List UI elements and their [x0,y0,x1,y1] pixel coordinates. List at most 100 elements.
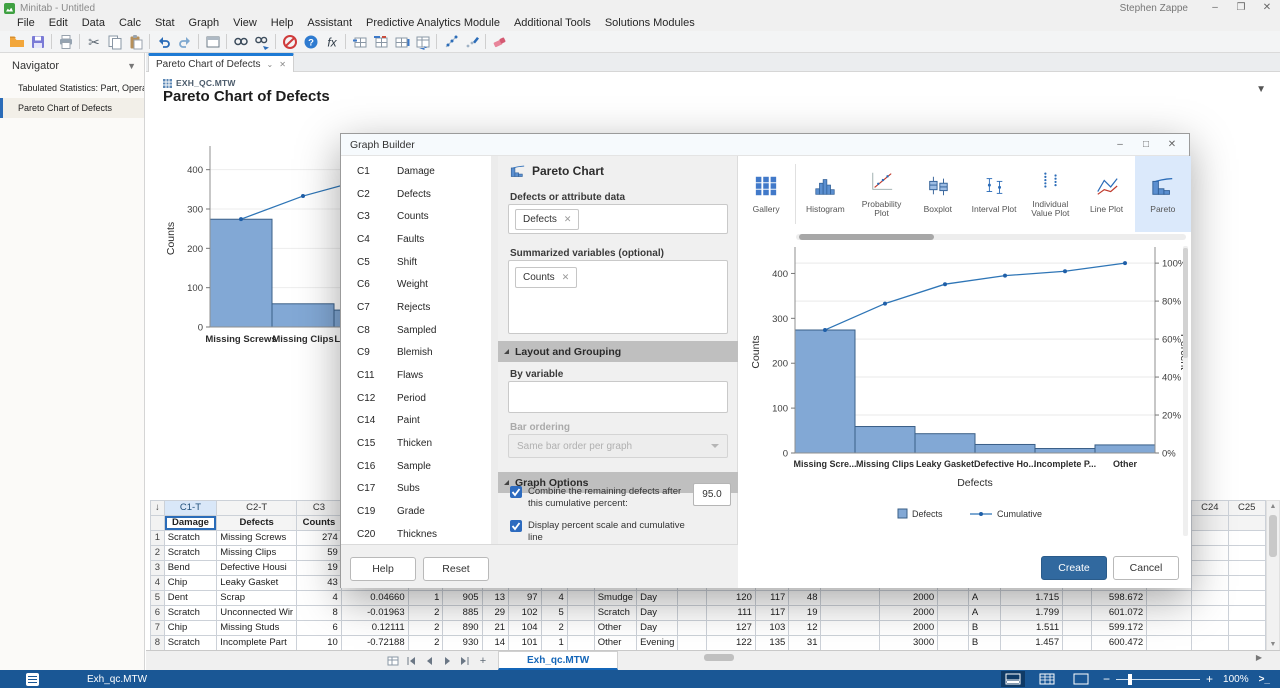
table-cell[interactable]: 19 [297,561,342,576]
column-item-c19[interactable]: C19Grade [341,500,491,523]
column-header-cell[interactable]: C24 [1192,501,1228,516]
menu-edit[interactable]: Edit [42,16,75,31]
chip-remove-icon[interactable]: ✕ [562,272,570,283]
find-next-icon[interactable] [251,32,272,52]
table-cell[interactable]: Day [637,621,678,636]
table-cell[interactable] [821,636,879,651]
zoom-out-icon[interactable]: − [1103,672,1110,686]
worksheet-horizontal-scrollbar[interactable] [704,654,734,661]
zoom-slider-thumb[interactable] [1128,674,1132,685]
section-layout-and-grouping[interactable]: Layout and Grouping [498,341,738,362]
table-cell[interactable]: 122 [707,636,756,651]
table-cell[interactable]: 12 [789,621,821,636]
column-item-c17[interactable]: C17Subs [341,478,491,501]
table-cell[interactable]: Day [637,606,678,621]
navigator-item-pareto-chart-of-defects[interactable]: Pareto Chart of Defects [0,98,144,118]
table-cell[interactable]: 117 [755,591,788,606]
table-cell[interactable]: A [968,606,1000,621]
table-cell[interactable]: B [968,621,1000,636]
print-icon[interactable] [55,32,76,52]
close-button[interactable]: ✕ [1254,1,1280,15]
dialog-minimize-button[interactable]: – [1107,138,1133,152]
table-cell[interactable] [1063,621,1092,636]
table-cell[interactable]: Day [637,591,678,606]
table-cell[interactable] [678,591,707,606]
paste-icon[interactable] [125,32,146,52]
table-cell[interactable]: Scratch [164,606,217,621]
table-cell[interactable]: 97 [509,591,541,606]
chevron-down-icon[interactable]: ▼ [127,61,136,71]
table-cell[interactable]: 601.072 [1091,606,1146,621]
table-cell[interactable] [1147,636,1192,651]
table-cell[interactable]: Unconnected Wir [217,606,297,621]
gallery-item-histogram[interactable]: Histogram [797,156,853,232]
table-cell[interactable]: Scratch [164,531,217,546]
next-sheet-icon[interactable] [438,653,456,669]
insert-rows-icon[interactable] [370,32,391,52]
table-cell[interactable] [1228,531,1265,546]
table-cell[interactable]: Missing Screws [217,531,297,546]
table-cell[interactable]: 1.799 [1000,606,1062,621]
table-cell[interactable]: 117 [755,606,788,621]
redo-icon[interactable] [174,32,195,52]
gallery-item-pareto[interactable]: Pareto [1135,156,1191,232]
table-cell[interactable]: -0.01963 [341,606,408,621]
minimize-button[interactable]: – [1202,1,1228,15]
dialog-close-button[interactable]: ✕ [1159,138,1185,152]
open-icon[interactable] [6,32,27,52]
cumulative-percent-input[interactable] [693,483,731,506]
navigator-item-tabulated-statistics-part-operator[interactable]: Tabulated Statistics: Part, Operator [0,78,144,98]
table-cell[interactable]: 600.472 [1091,636,1146,651]
table-cell[interactable]: 1.511 [1000,621,1062,636]
table-cell[interactable] [1147,606,1192,621]
column-header-cell[interactable]: C1-T [164,501,217,516]
table-cell[interactable]: 905 [443,591,482,606]
table-cell[interactable] [821,621,879,636]
table-cell[interactable] [1228,591,1265,606]
table-cell[interactable]: 598.672 [1091,591,1146,606]
table-cell[interactable]: 2 [408,621,443,636]
table-cell[interactable] [567,621,594,636]
tab-pareto-chart-of-defects[interactable]: Pareto Chart of Defects ⌄ ✕ [148,53,294,72]
table-cell[interactable]: 1 [408,591,443,606]
column-header-cell[interactable]: Defects [217,516,297,531]
zoom-slider[interactable]: − + [1103,672,1213,686]
menu-graph[interactable]: Graph [182,16,227,31]
row-number[interactable]: 3 [151,561,165,576]
dialog-maximize-button[interactable]: □ [1133,138,1159,152]
first-sheet-icon[interactable] [402,653,420,669]
find-icon[interactable] [230,32,251,52]
checkbox-checked-icon[interactable] [510,486,522,498]
table-cell[interactable]: Chip [164,621,217,636]
table-cell[interactable]: 1.457 [1000,636,1062,651]
table-cell[interactable]: -0.72188 [341,636,408,651]
scrollbar-thumb[interactable] [1269,515,1277,557]
table-cell[interactable] [1192,606,1228,621]
column-header-cell[interactable]: Damage [164,516,217,531]
table-cell[interactable]: 29 [482,606,509,621]
column-header-cell[interactable] [1228,516,1265,531]
column-header-cell[interactable]: C3 [297,501,342,516]
last-sheet-icon[interactable] [456,653,474,669]
table-cell[interactable]: 111 [707,606,756,621]
column-item-c7[interactable]: C7Rejects [341,296,491,319]
help-icon[interactable]: ? [300,32,321,52]
table-cell[interactable]: 43 [297,576,342,591]
add-sheet-icon[interactable]: + [474,653,492,669]
table-cell[interactable] [567,636,594,651]
table-cell[interactable]: 102 [509,606,541,621]
menu-stat[interactable]: Stat [148,16,182,31]
column-item-c12[interactable]: C12Period [341,387,491,410]
table-cell[interactable]: Scratch [164,546,217,561]
table-cell[interactable]: Bend [164,561,217,576]
table-cell[interactable]: 885 [443,606,482,621]
table-cell[interactable]: 14 [482,636,509,651]
table-cell[interactable] [1192,591,1228,606]
table-cell[interactable]: B [968,636,1000,651]
menu-help[interactable]: Help [264,16,301,31]
gallery-item-boxplot[interactable]: Boxplot [910,156,966,232]
table-cell[interactable]: 0.04660 [341,591,408,606]
column-item-c20[interactable]: C20Thicknes [341,523,491,544]
summarized-field[interactable]: Counts✕ [508,260,728,334]
zoom-level[interactable]: 100% [1223,674,1249,685]
